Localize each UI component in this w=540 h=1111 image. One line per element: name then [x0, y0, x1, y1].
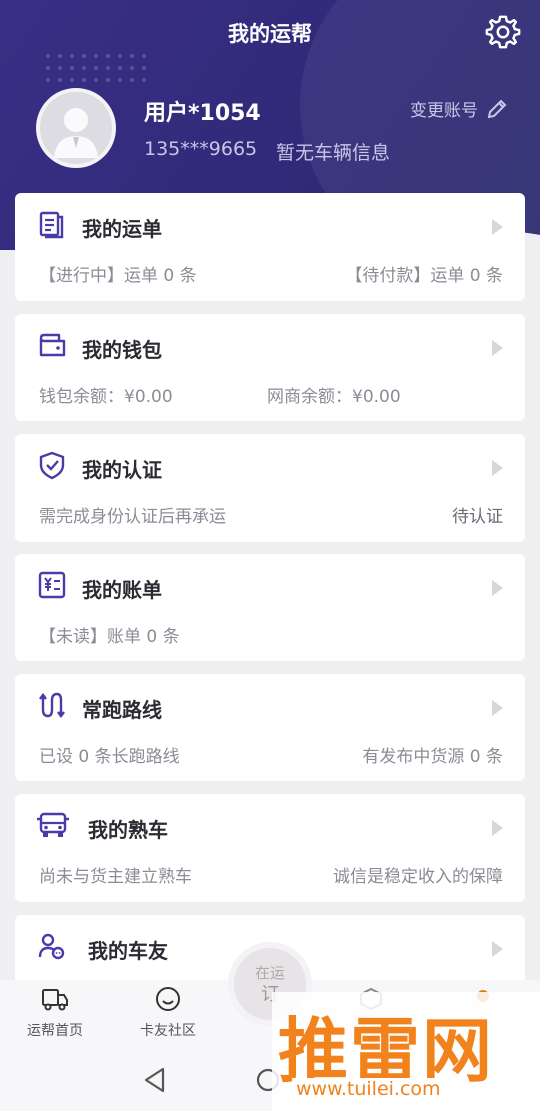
vehicle-info: 暂无车辆信息 [276, 142, 391, 164]
card-title: 我的认证 [82, 458, 162, 482]
settings-gear-icon[interactable] [484, 13, 522, 51]
avatar[interactable] [36, 88, 116, 168]
card-title: 我的熟车 [88, 818, 168, 842]
published-cargo-count: 有发布中货源 0 条 [362, 747, 503, 767]
card-my-wallet[interactable]: 我的钱包 钱包余额：¥0.00 网商余额：¥0.00 [15, 314, 525, 421]
chevron-right-icon [492, 820, 503, 836]
card-frequent-routes[interactable]: 常跑路线 已设 0 条长跑路线 有发布中货源 0 条 [15, 674, 525, 781]
unread-bills-count: 【未读】账单 0 条 [39, 627, 180, 647]
wallet-balance: 钱包余额：¥0.00 [39, 387, 173, 407]
integrity-slogan: 诚信是稳定收入的保障 [333, 867, 503, 887]
chevron-right-icon [492, 580, 503, 596]
truck-front-icon [37, 812, 69, 837]
certification-hint: 需完成身份认证后再承运 [39, 507, 226, 527]
card-title: 我的账单 [82, 578, 162, 602]
dot-pattern [42, 50, 152, 90]
default-user-icon [54, 108, 98, 158]
tab-home[interactable]: 运帮首页 [0, 984, 110, 1040]
edit-pencil-icon [487, 99, 507, 118]
bill-yen-icon [38, 571, 66, 599]
chevron-right-icon [492, 460, 503, 476]
card-my-certification[interactable]: 我的认证 需完成身份认证后再承运 待认证 [15, 434, 525, 542]
truck-icon [42, 989, 68, 1011]
phone-number: 135***9665 [144, 138, 258, 160]
familiar-car-hint: 尚未与货主建立熟车 [39, 867, 192, 887]
pending-payment-count: 【待付款】运单 0 条 [345, 266, 503, 286]
chevron-right-icon [492, 340, 503, 356]
card-title: 我的车友 [88, 939, 168, 963]
card-my-waybill[interactable]: 我的运单 【进行中】运单 0 条 【待付款】运单 0 条 [15, 193, 525, 301]
watermark-url: www.tuilei.com [292, 1078, 445, 1100]
chevron-right-icon [492, 700, 503, 716]
wallet-icon [39, 333, 66, 357]
username: 用户*1054 [144, 101, 261, 126]
mybank-balance: 网商余额：¥0.00 [267, 387, 401, 407]
center-button-line1: 在运 [254, 964, 285, 982]
smiley-icon [156, 987, 180, 1011]
change-account-link[interactable]: 变更账号 [410, 96, 508, 121]
card-title: 常跑路线 [82, 698, 162, 722]
chevron-right-icon [492, 941, 503, 957]
card-title: 我的运单 [82, 217, 162, 241]
card-my-bills[interactable]: 我的账单 【未读】账单 0 条 [15, 554, 525, 661]
tab-community[interactable]: 卡友社区 [113, 984, 223, 1040]
chevron-right-icon [492, 219, 503, 235]
route-arrows-icon [39, 692, 65, 718]
change-account-label: 变更账号 [410, 101, 478, 121]
card-title: 我的钱包 [82, 338, 162, 362]
in-progress-count: 【进行中】运单 0 条 [39, 266, 197, 286]
back-triangle-icon[interactable] [142, 1066, 168, 1094]
routes-set-count: 已设 0 条长跑路线 [39, 747, 180, 767]
tab-home-label: 运帮首页 [27, 1023, 83, 1039]
tab-community-label: 卡友社区 [140, 1023, 196, 1039]
shield-check-icon [39, 451, 65, 480]
page-title: 我的运帮 [228, 22, 312, 46]
waybill-document-icon [39, 211, 64, 239]
card-familiar-cars[interactable]: 我的熟车 尚未与货主建立熟车 诚信是稳定收入的保障 [15, 794, 525, 902]
friends-icon [38, 933, 65, 960]
certification-status: 待认证 [452, 507, 503, 527]
